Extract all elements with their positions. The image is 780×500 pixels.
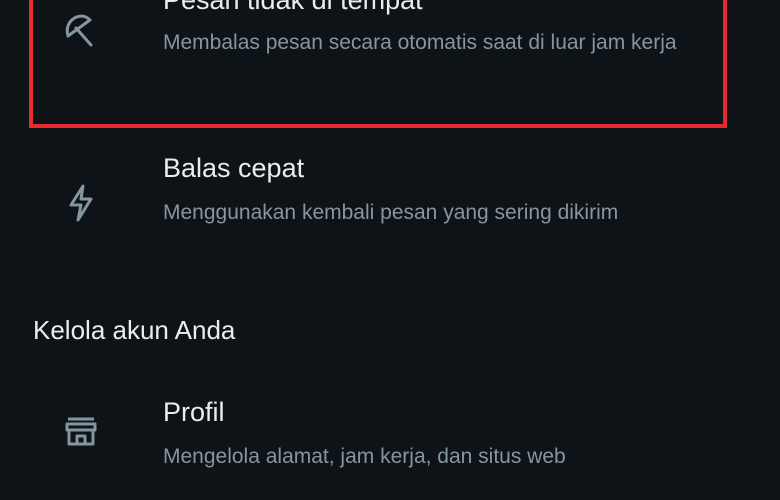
away-message-description: Membalas pesan secara otomatis saat di l…	[163, 31, 677, 54]
storefront-icon	[56, 406, 106, 456]
quick-replies-description: Menggunakan kembali pesan yang sering di…	[163, 201, 619, 224]
profile-item[interactable]: Profil Mengelola alamat, jam kerja, dan …	[0, 370, 780, 500]
umbrella-off-icon	[56, 6, 106, 56]
quick-replies-title: Balas cepat	[163, 153, 305, 183]
away-message-title: Pesan tidak di tempat	[163, 0, 423, 15]
lightning-icon	[56, 178, 106, 228]
manage-account-section-title: Kelola akun Anda	[33, 315, 236, 345]
away-message-item[interactable]: Pesan tidak di tempat Membalas pesan sec…	[0, 0, 780, 128]
profile-description: Mengelola alamat, jam kerja, dan situs w…	[163, 445, 566, 468]
profile-title: Profil	[163, 397, 225, 427]
quick-replies-item[interactable]: Balas cepat Menggunakan kembali pesan ya…	[0, 124, 780, 274]
business-tools-screen: Pesan tidak di tempat Membalas pesan sec…	[0, 0, 780, 500]
highlight-box	[29, 0, 727, 128]
